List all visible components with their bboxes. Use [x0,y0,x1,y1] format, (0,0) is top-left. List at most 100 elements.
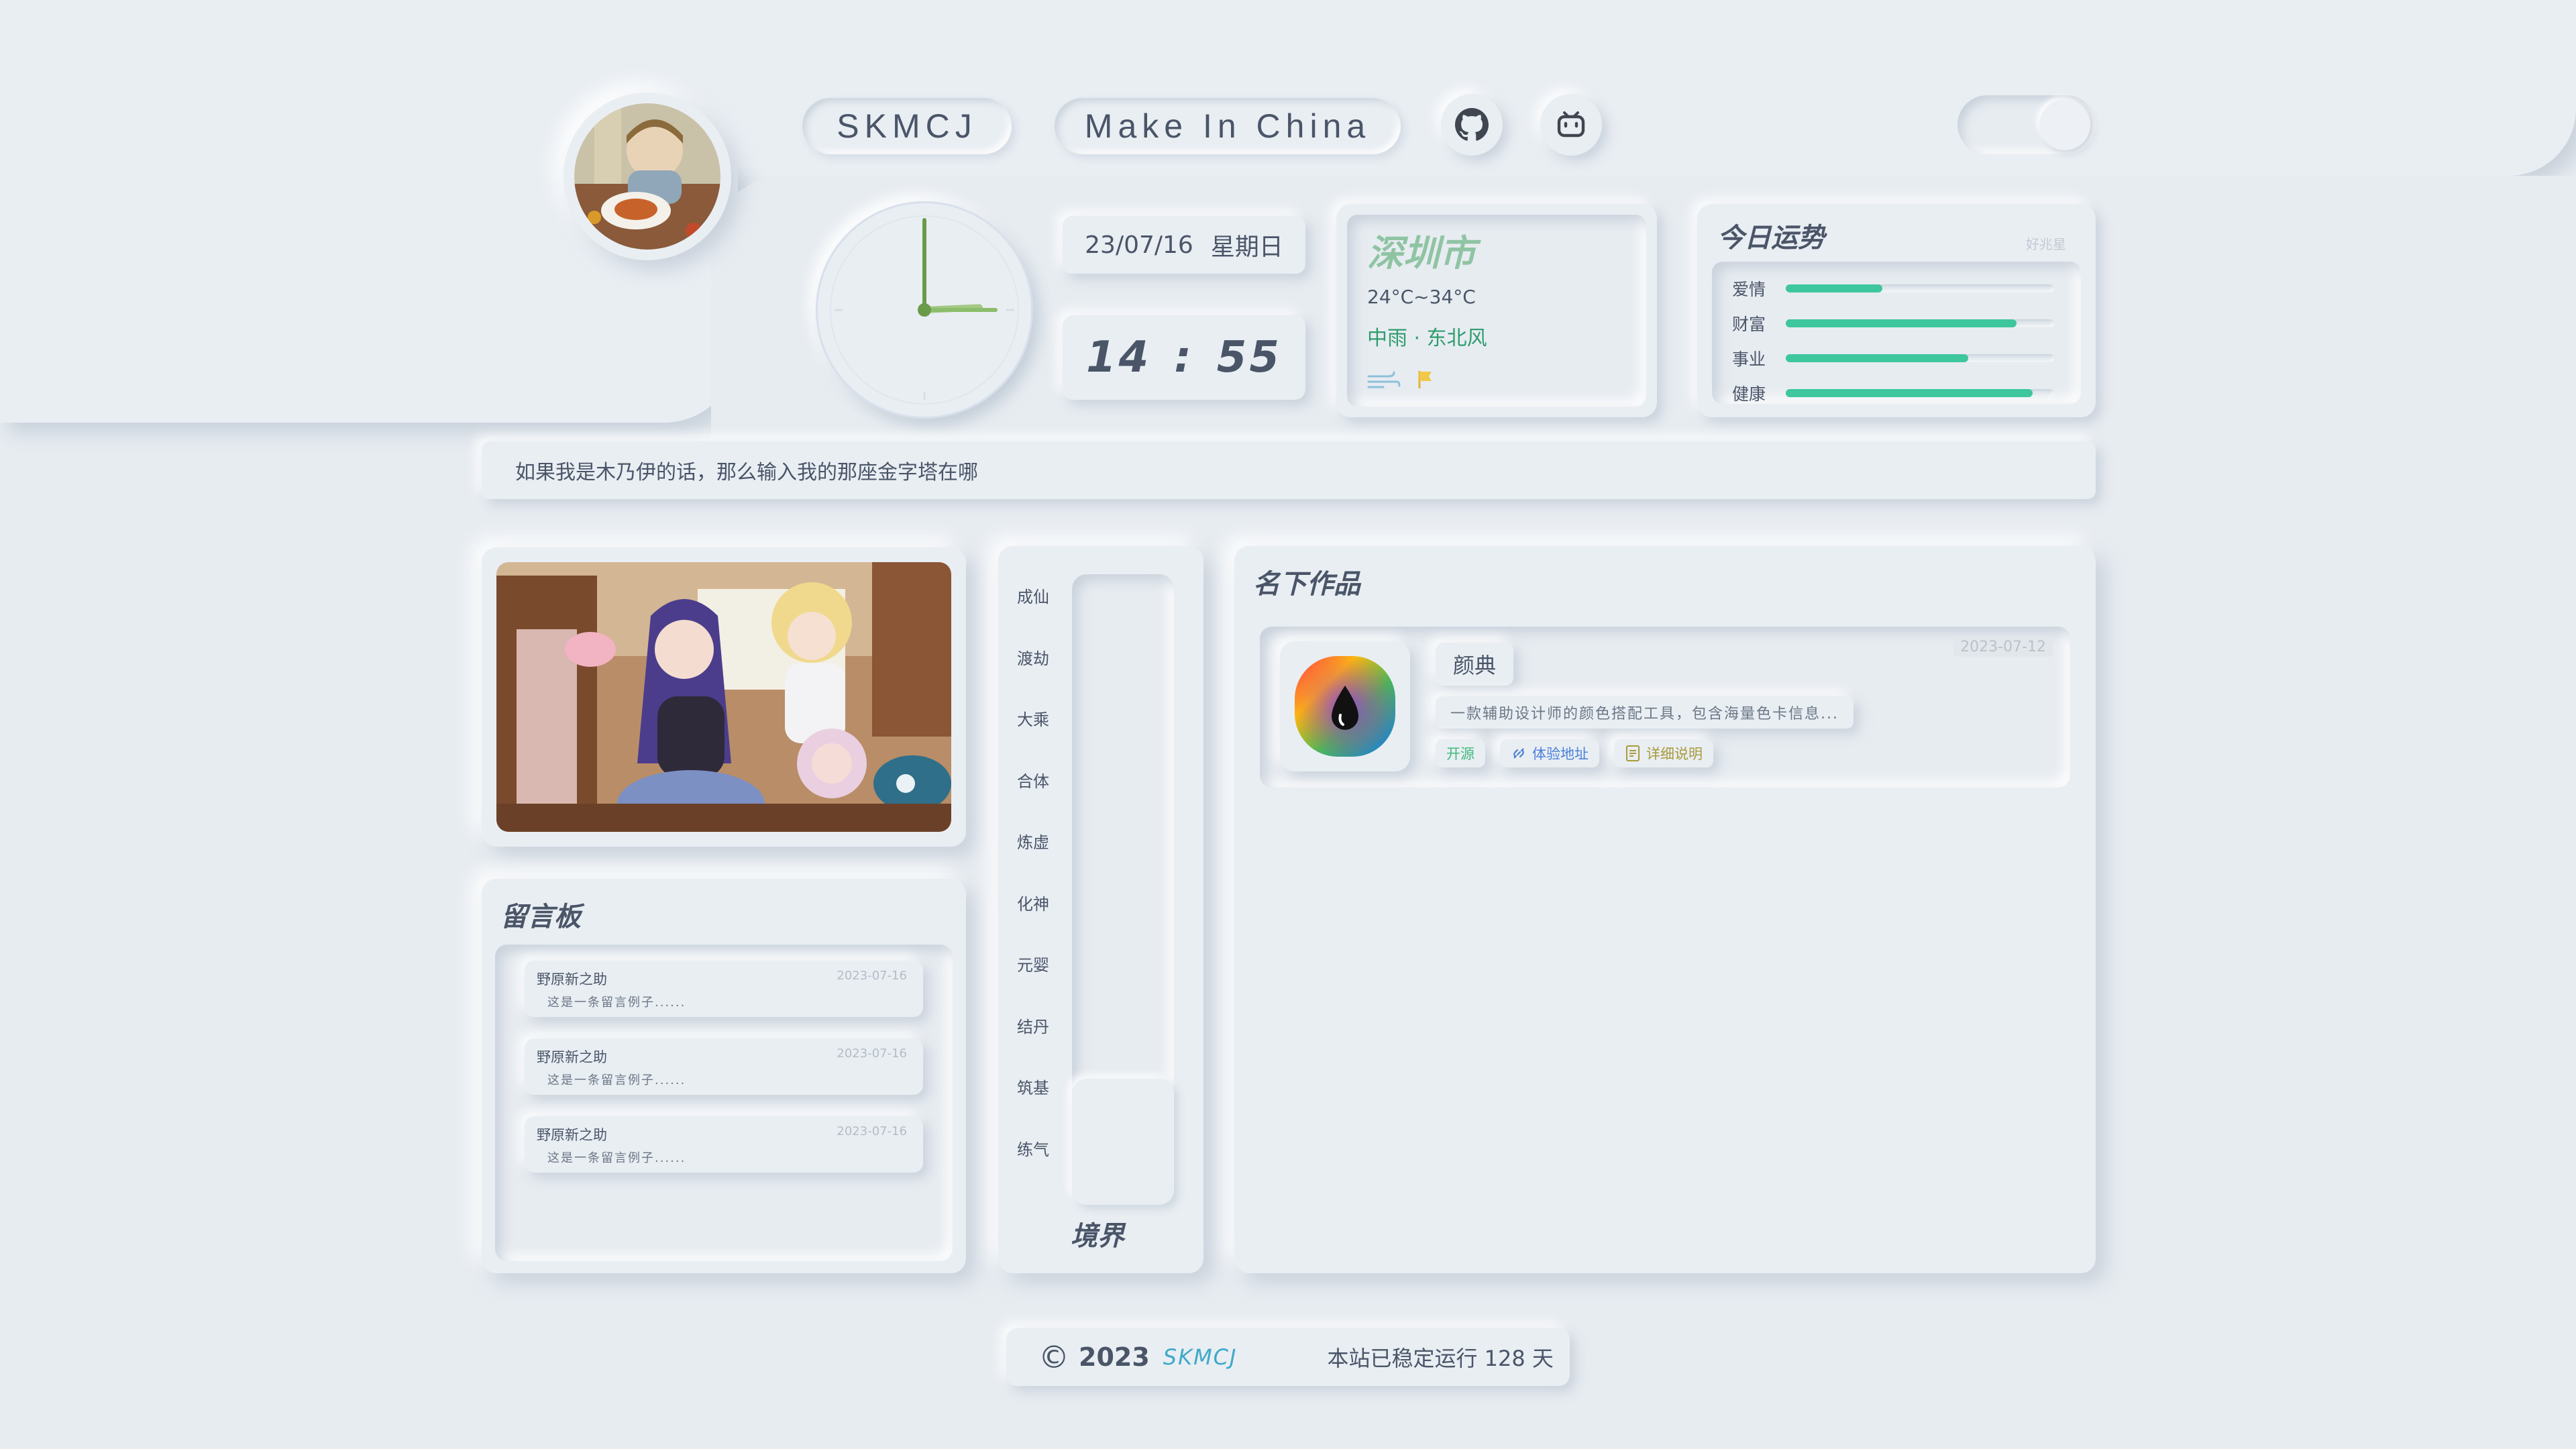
bilibili-icon [1557,111,1585,138]
date-card: 23/07/16 星期日 [1063,216,1305,274]
work-name-pill: 颜典 [1436,643,1514,686]
fortune-list: 爱情 财富 事业 健康 [1732,271,2061,411]
realm-title: 境界 [1071,1221,1124,1252]
realm-level: 化神 [1017,894,1049,914]
github-icon [1455,108,1489,141]
message-card[interactable]: 野原新之助 2023-07-16 这是一条留言例子...... [525,961,923,1017]
message-text: 这是一条留言例子...... [547,1073,686,1087]
message-author: 野原新之助 [537,1127,607,1143]
fortune-bar-track [1786,284,2054,292]
fortune-row: 健康 [1732,376,2061,411]
color-drop-app-icon [1295,656,1395,757]
fortune-title: 今日运势 [1717,223,1825,254]
weather-card: 深圳市 24°C~34°C 中雨 · 东北风 [1336,204,1657,417]
work-tag[interactable]: 开源 [1436,739,1485,767]
fortune-bar-fill [1786,389,2033,397]
message-author: 野原新之助 [537,1049,607,1065]
document-icon [1626,745,1640,761]
realm-level: 成仙 [1017,588,1049,606]
theme-toggle-knob [2039,99,2090,150]
time-hours: 14 [1086,333,1152,382]
realm-level: 结丹 [1017,1017,1049,1036]
fortune-card: 今日运势 好兆星 爱情财富事业健康 [1697,204,2096,417]
digital-time-card: 14 : 55 [1063,315,1305,400]
message-date: 2023-07-16 [837,1046,907,1061]
message-text: 这是一条留言例子...... [547,1151,686,1165]
works-title: 名下作品 [1253,569,1360,600]
works-card: 名下作品 颜典 2023-07-12 一款辅助设计师的颜色搭配工具，包含海量色卡… [1234,546,2096,1273]
fortune-bar-track [1786,319,2054,327]
fortune-bar-track [1786,354,2054,362]
realm-level: 炼虚 [1017,833,1049,852]
work-name: 颜典 [1453,653,1497,678]
work-item[interactable]: 颜典 2023-07-12 一款辅助设计师的颜色搭配工具，包含海量色卡信息...… [1260,627,2070,788]
slogan-pill[interactable]: Make In China [1055,98,1401,154]
date-text: 23/07/16 [1085,231,1193,259]
work-description: 一款辅助设计师的颜色搭配工具，包含海量色卡信息... [1450,706,1839,722]
footer: © 2023 SKMCJ 本站已稳定运行 128 天 [1006,1328,1570,1386]
fortune-row: 事业 [1732,341,2061,376]
github-button[interactable] [1441,94,1503,156]
work-tag-label: 开源 [1446,746,1474,762]
realm-progress-track [1072,574,1174,1205]
link-icon [1513,748,1524,759]
message-card[interactable]: 野原新之助 2023-07-16 这是一条留言例子...... [525,1116,923,1173]
fortune-inner: 爱情 财富 事业 健康 [1712,262,2081,404]
picture-card[interactable] [482,547,966,847]
message-author: 野原新之助 [537,971,607,987]
realm-level: 元婴 [1017,956,1049,975]
time-separator: : [1174,333,1194,382]
fortune-row: 爱情 [1732,271,2061,306]
message-card[interactable]: 野原新之助 2023-07-16 这是一条留言例子...... [525,1038,923,1095]
fortune-tag: 好兆星 [2026,236,2066,252]
footer-year: 2023 [1079,1342,1150,1372]
realm-progress-fill [1072,1079,1174,1205]
time-minutes: 55 [1216,333,1282,382]
realm-level: 筑基 [1017,1079,1049,1097]
weather-condition: 中雨 · 东北风 [1367,327,1487,350]
work-tag-label: 详细说明 [1646,746,1703,762]
brand-pill[interactable]: SKMCJ [802,98,1012,154]
footer-uptime: 本站已稳定运行 128 天 [1327,1346,1554,1371]
quote-text: 如果我是木乃伊的话，那么输入我的那座金字塔在哪 [515,461,978,484]
bilibili-button[interactable] [1540,94,1602,156]
message-text: 这是一条留言例子...... [547,996,686,1010]
anime-illustration [496,562,951,832]
work-date: 2023-07-12 [1953,637,2053,657]
wind-icon [1367,371,1401,388]
analog-clock [816,201,1033,419]
work-tag-label: 体验地址 [1532,746,1589,762]
weather-inner: 深圳市 24°C~34°C 中雨 · 东北风 [1347,215,1646,407]
weather-temp: 24°C~34°C [1367,286,1476,308]
message-board-title: 留言板 [500,902,581,932]
avatar[interactable] [564,93,731,260]
fortune-label: 事业 [1732,350,1766,369]
realm-card: 成仙渡劫大乘合体炼虚化神元婴结丹筑基练气 境界 [998,546,1203,1273]
footer-signature: SKMCJ [1163,1344,1238,1370]
fortune-row: 财富 [1732,306,2061,341]
realm-level: 合体 [1017,771,1049,791]
message-list-panel: 野原新之助 2023-07-16 这是一条留言例子...... 野原新之助 2023-0… [495,945,953,1261]
work-tag[interactable]: 详细说明 [1614,739,1713,767]
fortune-bar-fill [1786,354,1968,362]
quote-bar: 如果我是木乃伊的话，那么输入我的那座金字塔在哪 [482,441,2096,499]
message-date: 2023-07-16 [837,969,907,983]
message-date: 2023-07-16 [837,1124,907,1138]
work-description-box: 一款辅助设计师的颜色搭配工具，包含海量色卡信息... [1436,696,1854,729]
fortune-label: 健康 [1732,384,1766,404]
theme-toggle[interactable] [1957,95,2096,154]
weather-city: 深圳市 [1367,232,1476,274]
realm-level: 大乘 [1017,710,1049,729]
message-board: 留言板 野原新之助 2023-07-16 这是一条留言例子...... 野原新之助 20… [482,879,966,1273]
slogan-pill-label: Make In China [1084,107,1371,145]
brand-pill-label: SKMCJ [837,107,977,145]
work-tag[interactable]: 体验地址 [1500,739,1599,767]
fortune-bar-track [1786,389,2054,397]
work-icon-box [1280,641,1410,771]
realm-level: 渡劫 [1017,649,1049,668]
fortune-label: 爱情 [1732,280,1766,299]
realm-level: 练气 [1017,1140,1049,1159]
fortune-bar-fill [1786,319,2017,327]
work-tags: 开源 体验地址 详细说明 [1436,739,1713,767]
flag-icon [1418,371,1432,388]
